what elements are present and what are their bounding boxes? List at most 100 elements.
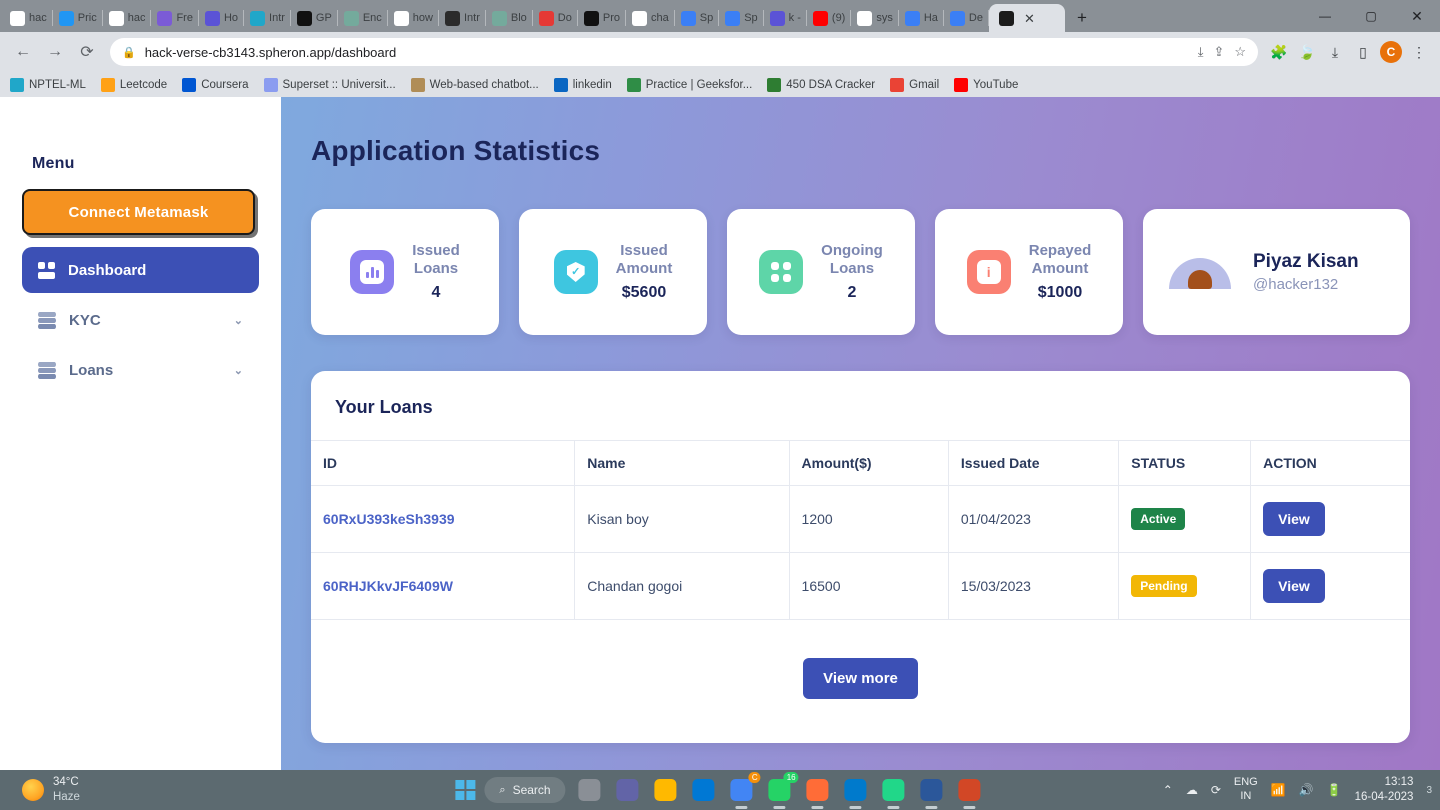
edge-icon[interactable] — [689, 775, 719, 805]
back-icon[interactable]: ← — [8, 37, 38, 67]
browser-tab[interactable]: De — [944, 4, 989, 32]
clock[interactable]: 13:13 16-04-2023 — [1355, 775, 1414, 805]
browser-tab[interactable]: Ha — [899, 4, 944, 32]
forward-icon[interactable]: → — [40, 37, 70, 67]
minimize-button[interactable]: — — [1302, 0, 1348, 32]
bookmark-item[interactable]: Practice | Geeksfor... — [626, 77, 752, 92]
browser-tab[interactable]: Fre — [151, 4, 199, 32]
view-button[interactable]: View — [1263, 502, 1325, 536]
maximize-button[interactable]: ▢ — [1348, 0, 1394, 32]
loan-id[interactable]: 60RHJKkvJF6409W — [311, 552, 576, 620]
cloud-icon[interactable]: ☁ — [1186, 783, 1198, 797]
new-tab-button[interactable]: + — [1068, 4, 1096, 32]
pycharm-icon[interactable] — [879, 775, 909, 809]
browser-tab[interactable]: cha — [626, 4, 675, 32]
bookmark-item[interactable]: linkedin — [553, 77, 612, 92]
tab-title: Pric — [77, 12, 97, 24]
browser-tab[interactable]: Sp — [675, 4, 720, 32]
tab-title: k - — [788, 12, 801, 24]
bookmark-item[interactable]: NPTEL-ML — [10, 77, 86, 92]
bookmark-item[interactable]: Leetcode — [100, 77, 167, 92]
browser-tab[interactable]: Enc — [338, 4, 388, 32]
sidebar-item-dashboard[interactable]: Dashboard — [22, 247, 259, 293]
vscode-icon[interactable] — [841, 775, 871, 809]
bookmark-item[interactable]: 450 DSA Cracker — [767, 77, 875, 92]
tab-title: GP — [315, 12, 332, 24]
browser-tab[interactable]: how — [388, 4, 439, 32]
chrome-icon[interactable]: C — [727, 772, 761, 809]
word-icon[interactable] — [917, 775, 947, 809]
file-explorer-icon[interactable] — [651, 775, 681, 805]
page-viewport: Menu Connect Metamask Dashboard KYC ⌄ Lo… — [0, 97, 1440, 770]
tray-chevron-icon[interactable]: ⌃ — [1163, 783, 1173, 797]
coursera-icon — [182, 77, 197, 92]
bookmark-label: Coursera — [201, 78, 249, 91]
loan-id[interactable]: 60RxU393keSh3939 — [311, 485, 576, 553]
browser-tab[interactable]: Do — [533, 4, 578, 32]
lock-icon: 🔒 — [122, 46, 136, 59]
column-header: Issued Date — [948, 440, 1120, 486]
bookmark-item[interactable]: Superset :: Universit... — [263, 77, 396, 92]
stat-value: $1000 — [1037, 284, 1083, 302]
weather-widget[interactable]: 34°C Haze — [8, 775, 80, 804]
browser-tab[interactable]: Blo — [486, 4, 533, 32]
bookmark-item[interactable]: Gmail — [890, 77, 939, 92]
speaker-icon[interactable]: 🔊 — [1299, 783, 1314, 797]
browser-tab[interactable]: Intr — [244, 4, 291, 32]
browser-tab[interactable]: Pric — [53, 4, 103, 32]
browser-tab[interactable]: Intr — [439, 4, 486, 32]
install-icon[interactable]: ⤓ — [1198, 44, 1204, 60]
view-button[interactable]: View — [1263, 569, 1325, 603]
browser-tab[interactable]: Ho — [199, 4, 245, 32]
downloads-icon[interactable]: ⤓ — [1322, 39, 1348, 65]
github-icon — [10, 10, 25, 26]
extensions-icon[interactable]: 🧩 — [1266, 39, 1292, 65]
notification-count[interactable]: 3 — [1426, 785, 1432, 796]
share-icon[interactable]: ⇪ — [1213, 44, 1224, 60]
sync-icon[interactable]: ⟳ — [1211, 783, 1221, 797]
powerpoint-icon[interactable] — [955, 775, 985, 809]
bookmark-label: YouTube — [973, 78, 1019, 91]
postman-icon[interactable] — [803, 775, 833, 809]
profile-avatar[interactable]: C — [1380, 41, 1402, 63]
user-name: Piyaz Kisan — [1253, 251, 1359, 272]
wifi-icon[interactable]: 📶 — [1271, 783, 1286, 797]
browser-tab[interactable]: hac — [103, 4, 152, 32]
bookmark-item[interactable]: YouTube — [954, 77, 1019, 92]
taskbar-search[interactable]: ⌕ Search — [484, 777, 566, 803]
connect-metamask-button[interactable]: Connect Metamask — [22, 189, 255, 235]
stat-value: 4 — [431, 284, 441, 302]
tab-close-icon[interactable]: ✕ — [1024, 12, 1035, 25]
user-handle: @hacker132 — [1253, 276, 1339, 293]
view-more-button[interactable]: View more — [803, 658, 918, 699]
bookmark-star-icon[interactable]: ☆ — [1234, 44, 1246, 60]
status-badge: Pending — [1131, 575, 1197, 597]
windows-icon[interactable] — [455, 780, 476, 800]
table-header-row: ID Name Amount($) Issued Date STATUS ACTION — [311, 440, 1410, 486]
browser-tab[interactable]: sys — [851, 4, 899, 32]
sidebar-item-loans[interactable]: Loans ⌄ — [22, 347, 259, 393]
bookmark-item[interactable]: Web-based chatbot... — [410, 77, 539, 92]
battery-icon[interactable]: 🔋 — [1327, 783, 1342, 797]
browser-tab[interactable]: GP — [291, 4, 338, 32]
browser-tab[interactable]: Sp — [719, 4, 764, 32]
sidepanel-icon[interactable]: ▯ — [1350, 39, 1376, 65]
bookmark-item[interactable]: Coursera — [182, 77, 249, 92]
browser-tab[interactable]: (9) — [807, 4, 852, 32]
info-icon: i — [966, 250, 1011, 294]
browser-tab[interactable]: hac — [4, 4, 53, 32]
teams-icon[interactable] — [613, 775, 643, 805]
browser-tab[interactable]: Pro — [578, 4, 626, 32]
coursera-icon — [769, 10, 785, 26]
reload-icon[interactable]: ⟳ — [72, 37, 102, 67]
task-view-icon[interactable] — [575, 775, 605, 805]
sidebar-item-kyc[interactable]: KYC ⌄ — [22, 297, 259, 343]
language-indicator[interactable]: ENG IN — [1234, 776, 1258, 804]
address-bar[interactable]: 🔒 hack-verse-cb3143.spheron.app/dashboar… — [110, 38, 1258, 66]
active-tab[interactable]: ✕ — [988, 4, 1065, 32]
leaf-icon[interactable]: 🍃 — [1294, 39, 1320, 65]
browser-tab[interactable]: k - — [764, 4, 807, 32]
close-window-button[interactable]: ✕ — [1394, 0, 1440, 32]
browser-menu-icon[interactable]: ⋮ — [1406, 39, 1432, 65]
whatsapp-icon[interactable]: 16 — [765, 772, 799, 809]
